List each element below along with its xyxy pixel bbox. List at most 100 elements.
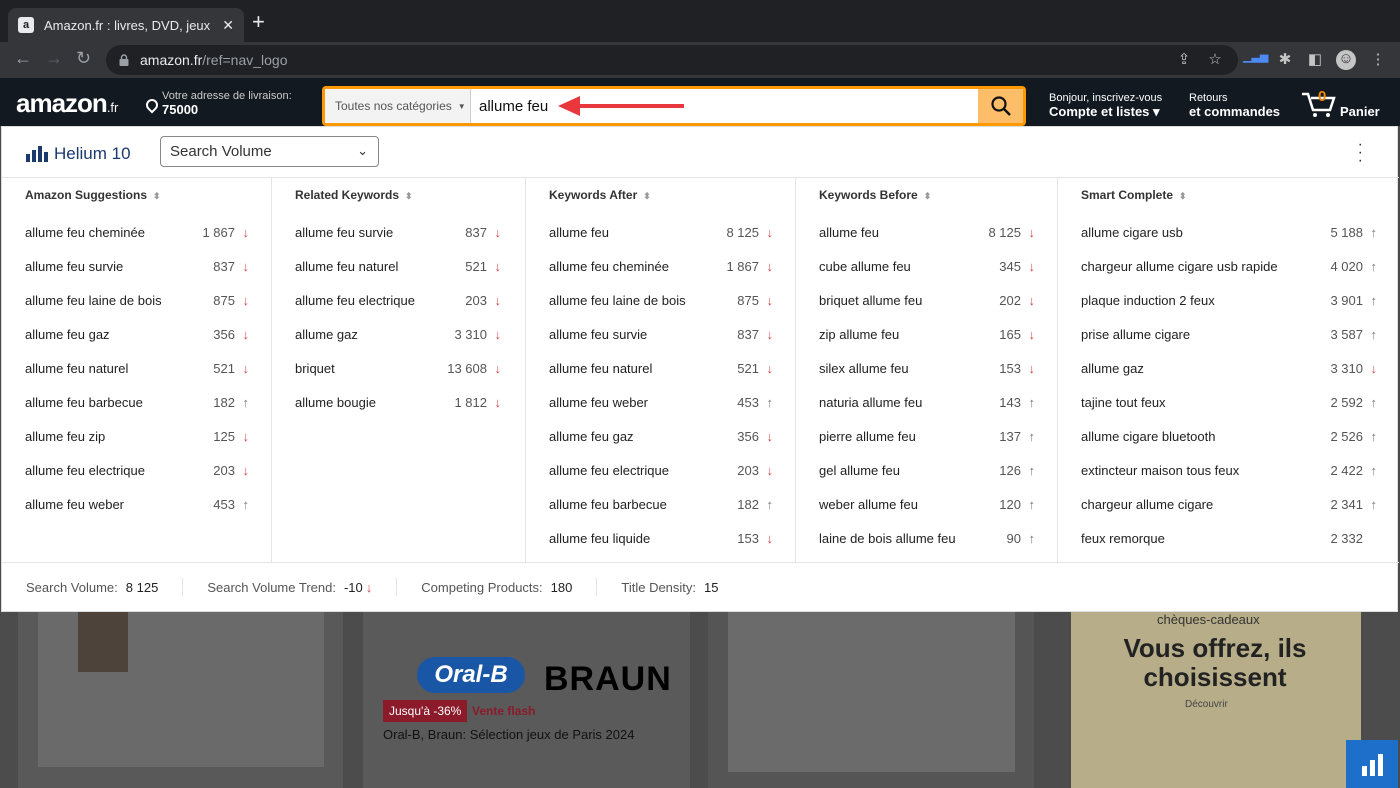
keyword-volume: 3 310 xyxy=(454,326,487,342)
keyword-row[interactable]: allume cigare usb 5 188 ↑ xyxy=(1081,222,1377,242)
keyword-row[interactable]: allume feu liquide 153 ↓ xyxy=(549,528,773,548)
extensions-puzzle-icon[interactable]: ✱ xyxy=(1275,50,1295,70)
keyword-row[interactable]: pierre allume feu 137 ↑ xyxy=(819,426,1035,446)
keyword-row[interactable]: gel allume feu 126 ↑ xyxy=(819,460,1035,480)
keyword-row[interactable]: silex allume feu 153 ↓ xyxy=(819,358,1035,378)
column-header[interactable]: Related Keywords ⬍ xyxy=(295,188,413,202)
cart-button[interactable]: 0 Panier xyxy=(1300,88,1380,121)
keyword-row[interactable]: feux remorque 2 332 xyxy=(1081,528,1377,548)
promo-caption[interactable]: Oral-B, Braun: Sélection jeux de Paris 2… xyxy=(383,727,634,742)
sort-icon[interactable]: ⬍ xyxy=(924,191,932,201)
profile-avatar-icon[interactable]: ☺ xyxy=(1336,50,1356,70)
reload-icon[interactable]: ↻ xyxy=(76,48,91,69)
promo-card-1[interactable] xyxy=(18,612,343,788)
keyword-row[interactable]: allume feu naturel 521 ↓ xyxy=(549,358,773,378)
keyword-row[interactable]: allume feu survie 837 ↓ xyxy=(295,222,501,242)
keyword-row[interactable]: laine de bois allume feu 90 ↑ xyxy=(819,528,1035,548)
keyword-row[interactable]: allume feu laine de bois 875 ↓ xyxy=(549,290,773,310)
keyword-volume: 182 xyxy=(737,496,759,512)
search-input[interactable] xyxy=(471,89,978,123)
keyword-row[interactable]: allume bougie 1 812 ↓ xyxy=(295,392,501,412)
trend-up-icon: ↑ xyxy=(1370,428,1378,444)
sort-icon[interactable]: ⬍ xyxy=(643,191,651,201)
gift-card-discover[interactable]: Découvrir xyxy=(1185,699,1228,710)
keyword-row[interactable]: allume feu cheminée 1 867 ↓ xyxy=(25,222,249,242)
search-button[interactable] xyxy=(978,89,1023,123)
keyword-row[interactable]: allume feu naturel 521 ↓ xyxy=(295,256,501,276)
keyword-row[interactable]: naturia allume feu 143 ↑ xyxy=(819,392,1035,412)
keyword-row[interactable]: allume feu electrique 203 ↓ xyxy=(549,460,773,480)
keyword-row[interactable]: chargeur allume cigare usb rapide 4 020 ↑ xyxy=(1081,256,1377,276)
keyword-volume: 4 020 xyxy=(1330,258,1363,274)
keyword-row[interactable]: allume feu laine de bois 875 ↓ xyxy=(25,290,249,310)
keyword-volume: 521 xyxy=(737,360,759,376)
new-tab-icon[interactable]: + xyxy=(252,11,265,33)
keyword-row[interactable]: extincteur maison tous feux 2 422 ↑ xyxy=(1081,460,1377,480)
keyword-row[interactable]: allume feu zip 125 ↓ xyxy=(25,426,249,446)
keyword-row[interactable]: allume feu survie 837 ↓ xyxy=(25,256,249,276)
bookmark-star-icon[interactable]: ☆ xyxy=(1205,50,1225,70)
close-tab-icon[interactable]: ✕ xyxy=(222,17,234,34)
keyword-row[interactable]: allume feu weber 453 ↑ xyxy=(25,494,249,514)
keyword-row[interactable]: allume feu electrique 203 ↓ xyxy=(295,290,501,310)
keyword-row[interactable]: allume feu electrique 203 ↓ xyxy=(25,460,249,480)
keyword-volume: 165 xyxy=(999,326,1021,342)
keyword-row[interactable]: allume cigare bluetooth 2 526 ↑ xyxy=(1081,426,1377,446)
amazon-favicon-icon: a xyxy=(18,17,34,33)
keyword-row[interactable]: allume gaz 3 310 ↓ xyxy=(295,324,501,344)
keyword-row[interactable]: briquet 13 608 ↓ xyxy=(295,358,501,378)
lock-icon xyxy=(119,54,129,66)
account-menu[interactable]: Bonjour, inscrivez-vous Compte et listes … xyxy=(1049,92,1162,118)
trend-down-icon: ↓ xyxy=(494,394,502,410)
side-panel-icon[interactable]: ◧ xyxy=(1305,50,1325,70)
trend-up-icon: ↑ xyxy=(1028,530,1036,546)
address-bar[interactable]: amazon.fr/ref=nav_logo xyxy=(106,45,1238,75)
keyword-row[interactable]: cube allume feu 345 ↓ xyxy=(819,256,1035,276)
keyword-row[interactable]: allume feu weber 453 ↑ xyxy=(549,392,773,412)
browser-tab[interactable]: a Amazon.fr : livres, DVD, jeux vi ✕ xyxy=(8,8,244,42)
keyword-row[interactable]: allume feu naturel 521 ↓ xyxy=(25,358,249,378)
title-density-stat: Title Density: 15 xyxy=(597,578,742,596)
helium10-floating-button[interactable] xyxy=(1346,740,1398,788)
category-dropdown[interactable]: Toutes nos catégories ▼ xyxy=(325,89,471,123)
sort-icon[interactable]: ⬍ xyxy=(405,191,413,201)
returns-orders[interactable]: Retours et commandes xyxy=(1189,92,1280,118)
more-options-icon[interactable]: · · · xyxy=(1358,137,1363,169)
sort-icon[interactable]: ⬍ xyxy=(153,191,161,201)
share-icon[interactable]: ⇪ xyxy=(1174,50,1194,70)
keyword-row[interactable]: allume feu gaz 356 ↓ xyxy=(549,426,773,446)
column-header[interactable]: Keywords Before ⬍ xyxy=(819,188,931,202)
sort-icon[interactable]: ⬍ xyxy=(1179,191,1187,201)
keyword-row[interactable]: allume feu barbecue 182 ↑ xyxy=(549,494,773,514)
delivery-address[interactable]: Votre adresse de livraison: 75000 xyxy=(143,90,292,116)
column-header[interactable]: Keywords After ⬍ xyxy=(549,188,651,202)
keyword-row[interactable]: chargeur allume cigare 2 341 ↑ xyxy=(1081,494,1377,514)
keyword-row[interactable]: prise allume cigare 3 587 ↑ xyxy=(1081,324,1377,344)
keyword-row[interactable]: allume gaz 3 310 ↓ xyxy=(1081,358,1377,378)
keyword-row[interactable]: allume feu gaz 356 ↓ xyxy=(25,324,249,344)
keyword-row[interactable]: allume feu barbecue 182 ↑ xyxy=(25,392,249,412)
keyword-row[interactable]: allume feu cheminée 1 867 ↓ xyxy=(549,256,773,276)
amazon-logo[interactable]: amazon.fr xyxy=(16,88,118,119)
keyword-row[interactable]: allume feu survie 837 ↓ xyxy=(549,324,773,344)
keyword-columns: Amazon Suggestions ⬍ allume feu cheminée 1 … xyxy=(2,177,1399,563)
keyword-row[interactable]: tajine tout feux 2 592 ↑ xyxy=(1081,392,1377,412)
back-icon[interactable]: ← xyxy=(14,48,32,69)
keyword-text: briquet allume feu xyxy=(819,292,923,308)
keyword-text: allume cigare usb xyxy=(1081,224,1183,240)
chrome-menu-icon[interactable]: ⋮ xyxy=(1368,50,1388,70)
keyword-row[interactable]: allume feu 8 125 ↓ xyxy=(549,222,773,242)
trend-value: -10 xyxy=(343,579,363,595)
keyword-row[interactable]: weber allume feu 120 ↑ xyxy=(819,494,1035,514)
keyword-row[interactable]: plaque induction 2 feux 3 901 ↑ xyxy=(1081,290,1377,310)
metric-select[interactable]: Search Volume ⌄ xyxy=(160,136,379,167)
keyword-row[interactable]: allume feu 8 125 ↓ xyxy=(819,222,1035,242)
helium-extension-icon[interactable]: ▁▃▅ xyxy=(1243,50,1268,70)
keyword-row[interactable]: briquet allume feu 202 ↓ xyxy=(819,290,1035,310)
promo-card-3[interactable] xyxy=(708,612,1034,788)
column-header[interactable]: Amazon Suggestions ⬍ xyxy=(25,188,161,202)
keyword-text: allume feu cheminée xyxy=(25,224,145,240)
keyword-row[interactable]: zip allume feu 165 ↓ xyxy=(819,324,1035,344)
column-header[interactable]: Smart Complete ⬍ xyxy=(1081,188,1187,202)
forward-icon[interactable]: → xyxy=(45,48,63,69)
